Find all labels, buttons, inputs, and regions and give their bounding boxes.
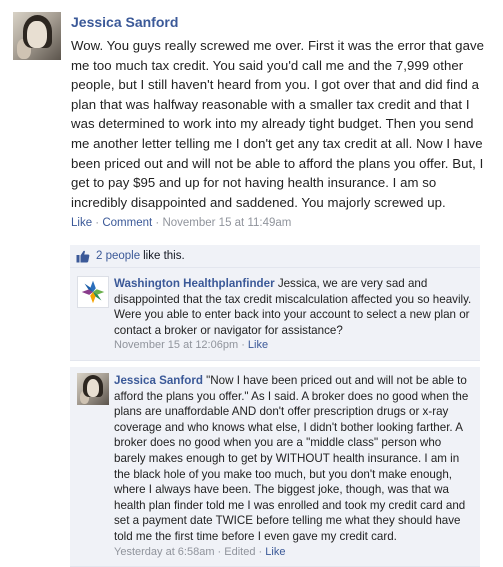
separator: · <box>92 217 103 230</box>
edited-label[interactable]: Edited <box>224 546 255 558</box>
healthplanfinder-logo[interactable] <box>77 276 109 308</box>
comment-avatar[interactable] <box>77 372 109 405</box>
comment-meta: November 15 at 12:06pm · Like <box>114 338 472 354</box>
star-logo-icon <box>81 280 105 304</box>
post-author-link[interactable]: Jessica Sanford <box>71 14 486 30</box>
comment: Washington Healthplanfinder Jessica, we … <box>70 268 480 361</box>
likes-suffix: like this. <box>143 250 185 262</box>
post-text: Wow. You guys really screwed me over. Fi… <box>71 38 484 210</box>
comment-text: "Now I have been priced out and will not… <box>114 373 469 543</box>
post-timestamp[interactable]: November 15 at 11:49am <box>162 217 291 229</box>
comment-timestamp[interactable]: Yesterday at 6:58am <box>114 546 215 558</box>
comments-section: 2 people like this. Washington Healthpla… <box>70 245 480 567</box>
likes-count-link[interactable]: 2 people <box>96 250 140 262</box>
comment-like-link[interactable]: Like <box>248 339 268 351</box>
comment-like-link[interactable]: Like <box>265 546 285 558</box>
separator: · <box>238 339 248 352</box>
comment-author-link[interactable]: Washington Healthplanfinder <box>114 277 275 290</box>
separator: · <box>152 217 163 230</box>
comment-author-link[interactable]: Jessica Sanford <box>114 374 203 387</box>
likes-row: 2 people like this. <box>70 245 480 268</box>
comment: Jessica Sanford "Now I have been priced … <box>70 366 480 567</box>
like-link[interactable]: Like <box>71 217 92 229</box>
separator: · <box>214 545 225 558</box>
comment-link[interactable]: Comment <box>102 217 152 229</box>
separator: · <box>255 545 266 558</box>
avatar[interactable] <box>13 12 61 60</box>
post-meta: Like · Comment · November 15 at 11:49am <box>71 217 486 229</box>
comment-meta: Yesterday at 6:58am · Edited · Like <box>114 545 472 561</box>
thumbs-up-icon <box>76 250 90 263</box>
post-body: Jessica Sanford Wow. You guys really scr… <box>71 14 486 229</box>
comment-timestamp[interactable]: November 15 at 12:06pm <box>114 339 238 351</box>
